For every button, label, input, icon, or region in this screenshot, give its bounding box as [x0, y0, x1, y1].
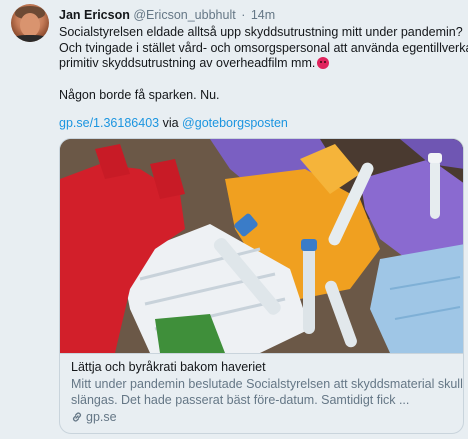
- link-icon: [72, 412, 82, 422]
- link-preview-card[interactable]: Lättja och byråkrati bakom haveriet Mitt…: [59, 138, 464, 434]
- protective-equipment-image: [60, 139, 463, 353]
- article-link[interactable]: gp.se/1.36186403: [59, 116, 159, 130]
- tweet-text-line: Socialstyrelsen eldade alltså upp skydds…: [59, 25, 463, 39]
- tweet-text-line: primitiv skyddsutrustning av overheadfil…: [59, 56, 459, 72]
- angry-face-icon: [317, 57, 330, 69]
- author-name[interactable]: Jan Ericson: [59, 8, 130, 22]
- avatar-shirt: [13, 35, 47, 42]
- card-description: Mitt under pandemin beslutade Socialstyr…: [71, 377, 464, 408]
- tweet-text: Socialstyrelsen eldade alltså upp skydds…: [59, 25, 468, 72]
- tweet-links: gp.se/1.36186403 via @goteborgsposten: [59, 116, 288, 131]
- header-separator: ·: [241, 8, 246, 22]
- card-title[interactable]: Lättja och byråkrati bakom haveriet: [71, 360, 454, 375]
- card-domain-text: gp.se: [86, 410, 117, 424]
- avatar[interactable]: [11, 4, 49, 42]
- tweet-header: Jan Ericson @Ericson_ubbhult · 14m: [59, 8, 275, 23]
- tweet-text-line: Och tvingade i stället vård- och omsorgs…: [59, 40, 468, 55]
- mention-link[interactable]: @goteborgsposten: [182, 116, 288, 130]
- tweet[interactable]: Jan Ericson @Ericson_ubbhult · 14m Socia…: [0, 0, 468, 439]
- tweet-text-line: Någon borde få sparken. Nu.: [59, 88, 220, 102]
- avatar-face: [20, 13, 40, 37]
- card-description-line: slängas. Det hade passerat bäst före-dat…: [71, 392, 410, 407]
- card-meta[interactable]: Lättja och byråkrati bakom haveriet Mitt…: [60, 353, 464, 433]
- tweet-timestamp[interactable]: 14m: [251, 8, 275, 22]
- card-description-line: Mitt under pandemin beslutade Socialstyr…: [71, 377, 464, 391]
- card-image[interactable]: [60, 139, 463, 353]
- card-domain: gp.se: [71, 410, 454, 425]
- via-label: via: [162, 116, 179, 130]
- author-handle[interactable]: @Ericson_ubbhult: [133, 8, 235, 22]
- tweet-text-fragment: primitiv skyddsutrustning av overheadfil…: [59, 56, 316, 70]
